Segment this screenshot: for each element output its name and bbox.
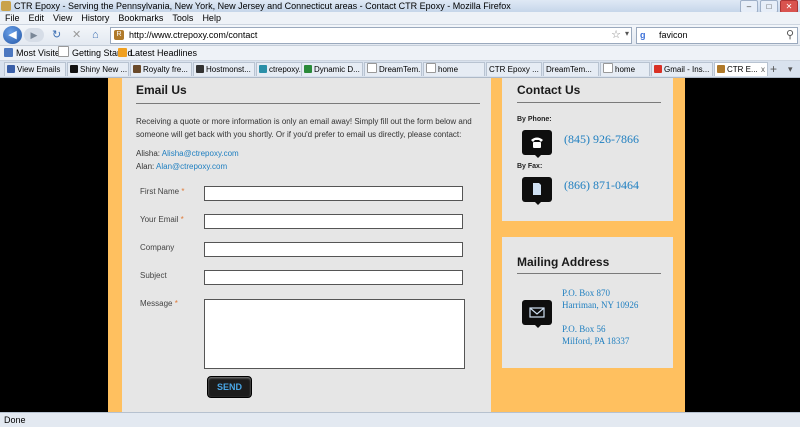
- url-bar[interactable]: R http://www.ctrepoxy.com/contact ☆ ▾: [110, 27, 632, 44]
- divider: [517, 102, 661, 103]
- bookmark-icon: [4, 48, 13, 57]
- tab-favicon-icon: [426, 63, 436, 73]
- list-all-tabs-icon[interactable]: ▾: [788, 61, 793, 77]
- window-title: CTR Epoxy - Serving the Pennsylvania, Ne…: [14, 1, 511, 11]
- tab-home-2[interactable]: home: [600, 62, 650, 76]
- tab-favicon-icon: [367, 63, 377, 73]
- email-heading: Email Us: [136, 83, 187, 97]
- menu-tools[interactable]: Tools: [172, 13, 193, 23]
- search-input[interactable]: favicon: [659, 29, 688, 42]
- url-dropdown-icon[interactable]: ▾: [625, 29, 629, 38]
- bookmarks-toolbar: Most Visited Getting Started Latest Head…: [0, 46, 800, 61]
- tab-gmail[interactable]: Gmail - Ins...: [651, 62, 713, 76]
- mailing-panel: Mailing Address P.O. Box 870 Harriman, N…: [502, 237, 673, 368]
- gmail-icon: [654, 65, 662, 73]
- page-background: Email Us Receiving a quote or more infor…: [108, 78, 685, 412]
- email-input[interactable]: [204, 214, 463, 229]
- firefox-icon: [1, 1, 11, 11]
- divider: [517, 273, 661, 274]
- menu-bookmarks[interactable]: Bookmarks: [118, 13, 163, 23]
- phone-number[interactable]: (845) 926-7866: [564, 132, 639, 147]
- status-bar: Done: [0, 412, 800, 427]
- contact-alan: Alan: Alan@ctrepoxy.com: [136, 162, 228, 171]
- tab-close-icon[interactable]: x: [761, 63, 765, 76]
- search-icon[interactable]: ⚲: [786, 28, 794, 41]
- address-block-1: P.O. Box 870 Harriman, NY 10926: [562, 288, 639, 310]
- tab-home-1[interactable]: home: [423, 62, 485, 76]
- contact-heading: Contact Us: [517, 83, 581, 97]
- tab-view-emails[interactable]: View Emails: [4, 62, 66, 76]
- bookmark-most-visited[interactable]: Most Visited: [4, 46, 65, 60]
- tab-ctr-epoxy-active[interactable]: CTR E... x: [714, 62, 768, 76]
- message-label: Message *: [140, 299, 178, 308]
- fax-icon: [522, 177, 552, 205]
- contact-panel: Contact Us By Phone: (845) 926-7866 By F…: [502, 78, 673, 221]
- menu-history[interactable]: History: [81, 13, 109, 23]
- tab-favicon-icon: [196, 65, 204, 73]
- tab-favicon-icon: [133, 65, 141, 73]
- rss-icon: [118, 48, 127, 57]
- menu-edit[interactable]: Edit: [29, 13, 45, 23]
- message-textarea[interactable]: [204, 299, 465, 369]
- phone-icon: [522, 130, 552, 158]
- bookmark-star-icon[interactable]: ☆: [611, 28, 621, 41]
- back-button[interactable]: ◀: [3, 26, 22, 44]
- status-text: Done: [4, 415, 26, 425]
- tab-favicon-icon: [7, 65, 15, 73]
- first-name-input[interactable]: [204, 186, 463, 201]
- divider: [136, 103, 480, 104]
- by-phone-label: By Phone:: [517, 116, 552, 123]
- subject-input[interactable]: [204, 270, 463, 285]
- tab-favicon-icon: [259, 65, 267, 73]
- page-viewport: Email Us Receiving a quote or more infor…: [0, 78, 800, 412]
- address-block-2: P.O. Box 56 Milford, PA 18337: [562, 324, 630, 346]
- tab-favicon-icon: [717, 65, 725, 73]
- company-input[interactable]: [204, 242, 463, 257]
- email-intro: Receiving a quote or more information is…: [136, 117, 472, 139]
- url-text[interactable]: http://www.ctrepoxy.com/contact: [129, 29, 257, 42]
- site-favicon: R: [114, 30, 124, 40]
- fax-number[interactable]: (866) 871-0464: [564, 178, 639, 193]
- tab-royalty-free[interactable]: Royalty fre...: [130, 62, 192, 76]
- reload-icon[interactable]: ↻: [52, 29, 61, 41]
- tab-dreamtemplate-2[interactable]: DreamTem...: [543, 62, 599, 76]
- tab-dynamic-d[interactable]: Dynamic D...: [301, 62, 363, 76]
- tab-dreamtemplate-1[interactable]: DreamTem...: [364, 62, 422, 76]
- by-fax-label: By Fax:: [517, 163, 543, 170]
- home-icon[interactable]: ⌂: [92, 29, 99, 41]
- tab-ctr-epoxy[interactable]: CTR Epoxy ...: [486, 62, 542, 76]
- search-bar[interactable]: g favicon ⚲: [636, 27, 798, 44]
- menu-help[interactable]: Help: [202, 13, 221, 23]
- tab-strip: View Emails Shiny New ... Royalty fre...…: [0, 61, 800, 78]
- tab-shiny-new[interactable]: Shiny New ...: [67, 62, 129, 76]
- tab-favicon-icon: [70, 65, 78, 73]
- menu-file[interactable]: File: [5, 13, 20, 23]
- tab-hostmonster[interactable]: Hostmonst...: [193, 62, 255, 76]
- menu-bar: File Edit View History Bookmarks Tools Help: [0, 12, 800, 25]
- forward-button[interactable]: ▶: [24, 28, 44, 42]
- new-tab-icon[interactable]: +: [770, 61, 777, 77]
- first-name-label: First Name *: [140, 187, 185, 196]
- menu-view[interactable]: View: [53, 13, 72, 23]
- send-button[interactable]: SEND: [207, 376, 252, 398]
- mailing-heading: Mailing Address: [517, 255, 610, 269]
- page-icon: [58, 46, 69, 57]
- email-link-alisha[interactable]: Alisha@ctrepoxy.com: [162, 149, 239, 158]
- email-link-alan[interactable]: Alan@ctrepoxy.com: [156, 162, 227, 171]
- email-label: Your Email *: [140, 215, 184, 224]
- google-icon[interactable]: g: [640, 30, 650, 40]
- title-bar: CTR Epoxy - Serving the Pennsylvania, Ne…: [0, 0, 800, 13]
- bookmark-latest-headlines[interactable]: Latest Headlines: [118, 46, 197, 60]
- navigation-toolbar: ◀ ▶ ↻ ✕ ⌂ R http://www.ctrepoxy.com/cont…: [0, 25, 800, 46]
- company-label: Company: [140, 243, 175, 252]
- mail-icon: [522, 300, 552, 328]
- subject-label: Subject: [140, 271, 167, 280]
- contact-alisha: Alisha: Alisha@ctrepoxy.com: [136, 149, 239, 158]
- tab-favicon-icon: [603, 63, 613, 73]
- stop-icon[interactable]: ✕: [72, 29, 81, 41]
- email-panel: Email Us Receiving a quote or more infor…: [122, 78, 491, 412]
- tab-favicon-icon: [304, 65, 312, 73]
